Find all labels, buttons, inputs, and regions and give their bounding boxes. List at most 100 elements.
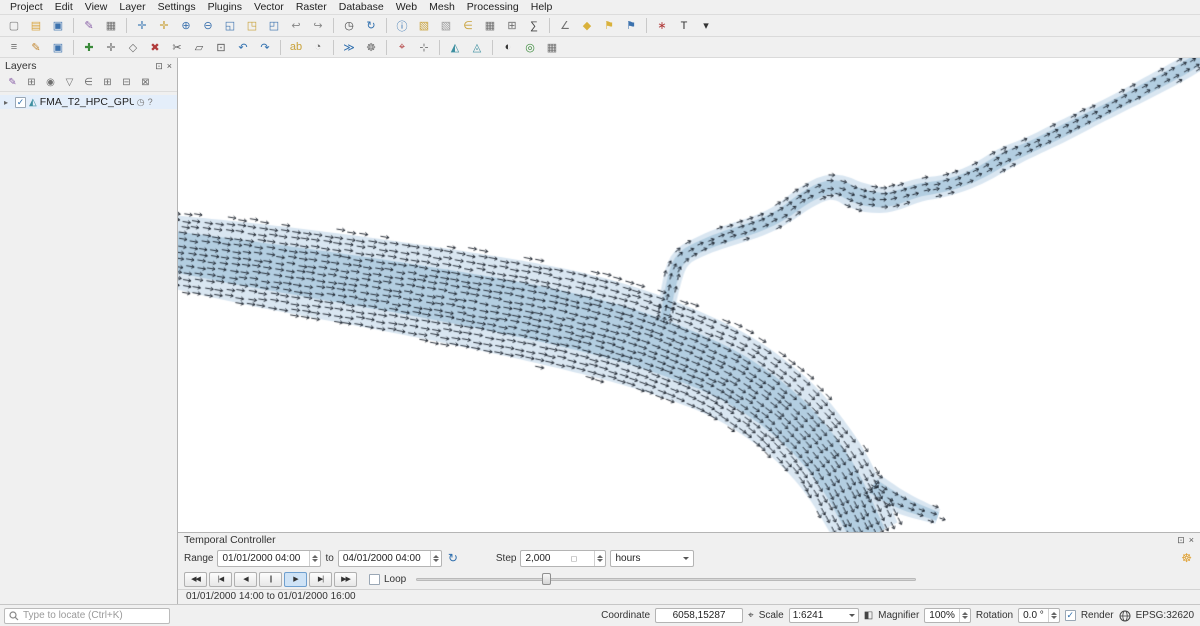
zoom-to-layer-icon[interactable]: ◰ [264, 17, 284, 35]
vertex-tool-icon[interactable]: ◇ [123, 38, 143, 56]
menu-mesh[interactable]: Mesh [423, 1, 461, 13]
map-canvas[interactable] [178, 58, 1200, 532]
georeferencer-icon[interactable]: ⊹ [414, 38, 434, 56]
layer-item[interactable]: ▸ ✓ ◭ FMA_T2_HPC_GPU_PU1_10 ◷ ? [0, 95, 177, 109]
menu-database[interactable]: Database [333, 1, 390, 13]
save-project-icon[interactable]: ▣ [48, 17, 68, 35]
loop-checkbox[interactable] [369, 574, 380, 585]
close-panel-icon[interactable]: × [1189, 535, 1194, 546]
current-edits-icon[interactable]: ≡ [4, 38, 24, 56]
cut-features-icon[interactable]: ✂ [167, 38, 187, 56]
lock-scale-icon[interactable]: ◧ [864, 610, 873, 621]
magnifier-spinbox[interactable]: 100% [924, 608, 971, 623]
float-panel-icon[interactable]: ⊡ [155, 61, 163, 72]
filter-legend-icon[interactable]: ▽ [61, 75, 78, 90]
temporal-settings-icon[interactable]: ☸ [1181, 551, 1194, 565]
toggle-extents-icon[interactable]: ⌖ [748, 610, 754, 621]
step-input[interactable]: 2,000 ◻ [520, 550, 606, 567]
mesh-transform-icon[interactable]: ◬ [467, 38, 487, 56]
add-group-icon[interactable]: ⊞ [23, 75, 40, 90]
slider-handle[interactable] [542, 573, 551, 585]
menu-processing[interactable]: Processing [461, 1, 525, 13]
zoom-full-icon[interactable]: ◱ [220, 17, 240, 35]
rotation-spinbox[interactable]: 0.0 ° [1018, 608, 1060, 623]
menu-layer[interactable]: Layer [113, 1, 151, 13]
mesh-digitizing-icon[interactable]: ◭ [445, 38, 465, 56]
pan-to-selection-icon[interactable]: ✛ [154, 17, 174, 35]
spinner-arrows-icon[interactable] [309, 551, 320, 566]
pause-button[interactable]: || [259, 572, 282, 587]
move-feature-icon[interactable]: ✛ [101, 38, 121, 56]
refresh-range-icon[interactable]: ↻ [446, 551, 460, 565]
paste-features-icon[interactable]: ⊡ [211, 38, 231, 56]
zoom-to-selection-icon[interactable]: ◳ [242, 17, 262, 35]
coordinate-capture-icon[interactable]: ⌖ [392, 38, 412, 56]
manage-map-themes-icon[interactable]: ◉ [42, 75, 59, 90]
menu-web[interactable]: Web [390, 1, 423, 13]
open-project-icon[interactable]: ▤ [26, 17, 46, 35]
menu-project[interactable]: Project [4, 1, 49, 13]
time-slider[interactable] [416, 572, 916, 586]
float-panel-icon[interactable]: ⊡ [1177, 535, 1185, 546]
add-feature-icon[interactable]: ✚ [79, 38, 99, 56]
spinner-arrows-icon[interactable] [959, 609, 970, 622]
statistical-summary-icon[interactable]: ∑ [524, 17, 544, 35]
layout-manager-icon[interactable]: ▦ [101, 17, 121, 35]
undo-icon[interactable]: ↶ [233, 38, 253, 56]
toggle-editing-icon[interactable]: ✎ [26, 38, 46, 56]
osm-place-search-icon[interactable]: ◐ [498, 38, 518, 56]
skip-to-start-button[interactable]: |◀ [209, 572, 232, 587]
menu-edit[interactable]: Edit [49, 1, 79, 13]
menu-raster[interactable]: Raster [290, 1, 333, 13]
select-by-expression-icon[interactable]: ∈ [458, 17, 478, 35]
select-features-icon[interactable]: ▧ [414, 17, 434, 35]
crs-button[interactable]: EPSG:32620 [1136, 610, 1194, 621]
open-attribute-table-icon[interactable]: ▦ [480, 17, 500, 35]
loop-toggle[interactable]: Loop [369, 574, 406, 585]
collapse-all-icon[interactable]: ⊟ [118, 75, 135, 90]
identify-features-icon[interactable]: ⓘ [392, 17, 412, 35]
refresh-map-icon[interactable]: ↻ [361, 17, 381, 35]
copy-features-icon[interactable]: ▱ [189, 38, 209, 56]
expand-caret-icon[interactable]: ▸ [4, 98, 12, 107]
skip-to-end-button[interactable]: ▶| [309, 572, 332, 587]
range-start-input[interactable]: 01/01/2000 04:00 [217, 550, 321, 567]
zoom-last-icon[interactable]: ↩ [286, 17, 306, 35]
zoom-out-icon[interactable]: ⊖ [198, 17, 218, 35]
scale-combo[interactable]: 1:6241 [789, 608, 859, 623]
field-calculator-icon[interactable]: ⊞ [502, 17, 522, 35]
style-manager-icon[interactable]: ✎ [79, 17, 99, 35]
annotation-dropdown-icon[interactable]: ▾ [696, 17, 716, 35]
redo-icon[interactable]: ↷ [255, 38, 275, 56]
remove-layer-icon[interactable]: ⊠ [137, 75, 154, 90]
filter-by-expression-icon[interactable]: ∈ [80, 75, 97, 90]
delete-selected-icon[interactable]: ✖ [145, 38, 165, 56]
text-annotation-icon[interactable]: T [674, 17, 694, 35]
rewind-button[interactable]: ◀◀ [184, 572, 207, 587]
grid-toolbar-icon[interactable]: ▦ [542, 38, 562, 56]
menu-plugins[interactable]: Plugins [202, 1, 248, 13]
new-project-icon[interactable]: ▢ [4, 17, 24, 35]
play-button[interactable]: ▶ [284, 572, 307, 587]
step-back-button[interactable]: ◀ [234, 572, 257, 587]
layer-diagram-icon[interactable]: ◔ [308, 38, 328, 56]
measure-line-icon[interactable]: ∠ [555, 17, 575, 35]
coordinate-input[interactable]: 6058,15287 [655, 608, 743, 623]
zoom-next-icon[interactable]: ↪ [308, 17, 328, 35]
menu-settings[interactable]: Settings [152, 1, 202, 13]
spinner-arrows-icon[interactable] [430, 551, 441, 566]
menu-view[interactable]: View [79, 1, 114, 13]
layer-name[interactable]: FMA_T2_HPC_GPU_PU1_10 [40, 96, 134, 108]
show-bookmarks-icon[interactable]: ⚑ [621, 17, 641, 35]
deselect-features-icon[interactable]: ▧ [436, 17, 456, 35]
zoom-in-icon[interactable]: ⊕ [176, 17, 196, 35]
menu-help[interactable]: Help [525, 1, 559, 13]
quickmap-services-icon[interactable]: ◎ [520, 38, 540, 56]
spinner-arrows-icon[interactable] [594, 551, 605, 566]
fast-forward-button[interactable]: ▶▶ [334, 572, 357, 587]
spinner-arrows-icon[interactable] [1048, 609, 1059, 622]
temporal-controller-icon[interactable]: ◷ [339, 17, 359, 35]
layer-visibility-checkbox[interactable]: ✓ [15, 97, 26, 108]
expand-all-icon[interactable]: ⊞ [99, 75, 116, 90]
processing-toolbox-icon[interactable]: ☸ [361, 38, 381, 56]
